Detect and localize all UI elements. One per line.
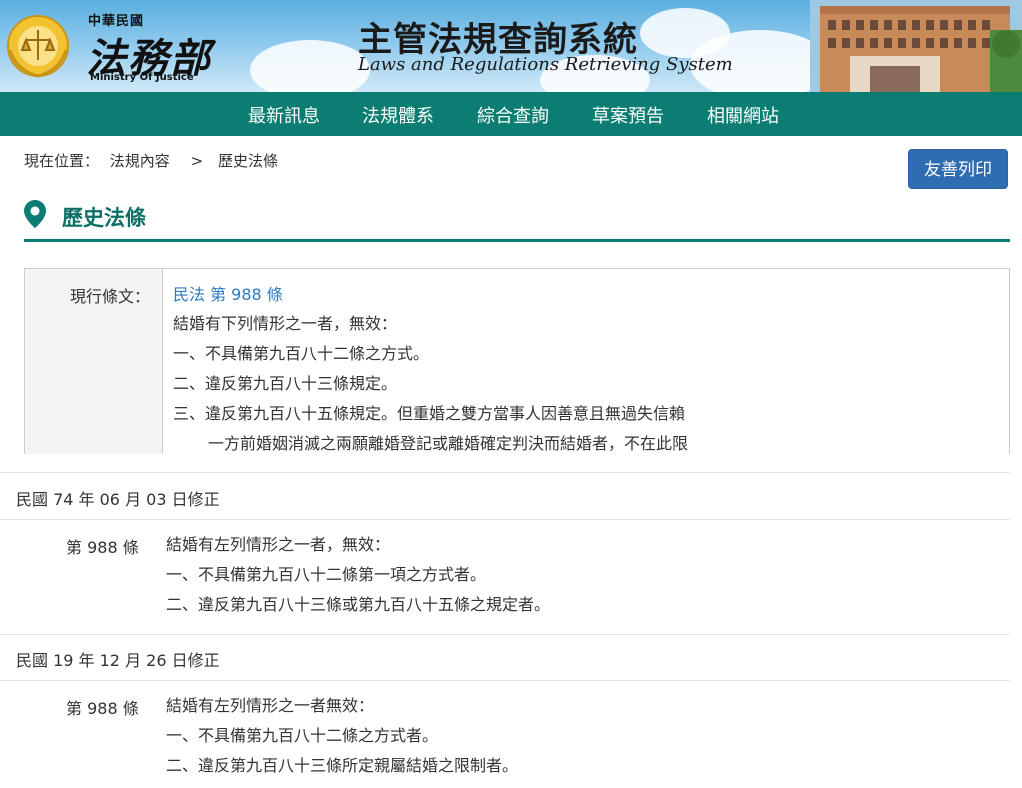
history-article-line: 一、不具備第九百八十二條第一項之方式者。	[166, 565, 487, 584]
section-divider	[0, 519, 1010, 520]
amendment-date: 民國 74 年 06 月 03 日修正	[16, 490, 220, 509]
breadcrumb: 現在位置： 法規內容 > 歷史法條	[24, 150, 284, 171]
history-article-number: 第 988 條	[66, 538, 139, 557]
history-article-number: 第 988 條	[66, 699, 139, 718]
amendment-date: 民國 19 年 12 月 26 日修正	[16, 651, 220, 670]
breadcrumb-separator: >	[190, 152, 204, 170]
nav-item-news[interactable]: 最新訊息	[248, 102, 320, 128]
history-article-line: 一、不具備第九百八十二條之方式者。	[166, 726, 439, 745]
history-article-text: 結婚有左列情形之一者無效： 一、不具備第九百八十二條之方式者。 二、違反第九百八…	[166, 695, 518, 777]
nav-item-search[interactable]: 綜合查詢	[477, 102, 549, 128]
ministry-logo[interactable]: 中華民國 法務部 Ministry Of Justice	[2, 6, 222, 86]
building-photo	[810, 0, 1022, 92]
page-title: 歷史法條	[62, 206, 146, 230]
section-divider	[0, 634, 1010, 635]
current-article-link[interactable]: 民法 第 988 條	[173, 281, 1003, 309]
current-article-line: 結婚有下列情形之一者，無效：	[173, 314, 398, 333]
history-article-line: 結婚有左列情形之一者無效：	[166, 696, 375, 715]
history-article-line: 結婚有左列情形之一者，無效：	[166, 535, 391, 554]
breadcrumb-item-history: 歷史法條	[217, 152, 278, 170]
current-article-line: 二、違反第九百八十三條規定。	[173, 374, 398, 393]
history-article-line: 二、違反第九百八十三條或第九百八十五條之規定者。	[166, 595, 551, 614]
current-article-line: 一方前婚姻消滅之兩願離婚登記或離婚確定判決而結婚者，不在此限	[208, 434, 689, 453]
history-article-line: 二、違反第九百八十三條所定親屬結婚之限制者。	[166, 756, 519, 775]
current-article-label: 現行條文：	[69, 287, 150, 306]
section-divider	[0, 680, 1010, 681]
location-pin-icon	[24, 200, 46, 228]
history-article-text: 結婚有左列情形之一者，無效： 一、不具備第九百八十二條第一項之方式者。 二、違反…	[166, 534, 550, 616]
page-title-bar: 歷史法條	[24, 198, 1010, 242]
current-article-content: 民法 第 988 條 結婚有下列情形之一者，無效： 一、不具備第九百八十二條之方…	[173, 281, 1003, 454]
system-subtitle: Laws and Regulations Retrieving System	[358, 54, 733, 75]
breadcrumb-label: 現在位置：	[24, 152, 100, 170]
nav-item-links[interactable]: 相關網站	[707, 102, 779, 128]
section-divider	[0, 472, 1010, 473]
ministry-emblem-icon	[7, 15, 69, 78]
logo-english-name: Ministry Of Justice	[90, 72, 194, 83]
nav-item-law-system[interactable]: 法規體系	[362, 102, 434, 128]
main-nav: 最新訊息 法規體系 綜合查詢 草案預告 相關網站	[0, 92, 1022, 136]
site-header: 中華民國 法務部 Ministry Of Justice 主管法規查詢系統 La…	[0, 0, 1022, 92]
current-article-line: 一、不具備第九百八十二條之方式。	[173, 344, 430, 363]
breadcrumb-item-law-content[interactable]: 法規內容	[110, 152, 170, 170]
nav-item-drafts[interactable]: 草案預告	[592, 102, 664, 128]
current-label-cell: 現行條文：	[25, 269, 163, 454]
current-article-line: 三、違反第九百八十五條規定。但重婚之雙方當事人因善意且無過失信賴	[173, 404, 686, 423]
current-article-box: 現行條文： 民法 第 988 條 結婚有下列情形之一者，無效： 一、不具備第九百…	[24, 268, 1010, 454]
print-button[interactable]: 友善列印	[908, 149, 1008, 189]
